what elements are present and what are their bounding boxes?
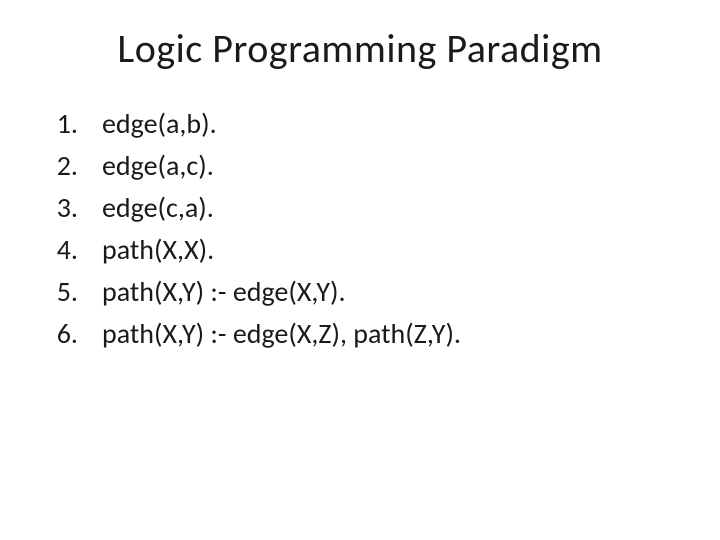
list-number: 2. [40,145,78,187]
list-item: 6. path(X,Y) :- edge(X,Z), path(Z,Y). [40,313,680,355]
list-item: 4. path(X,X). [40,229,680,271]
slide-title: Logic Programming Paradigm [40,24,680,73]
list-item: 1. edge(a,b). [40,103,680,145]
list-text: path(X,X). [102,229,680,271]
list-text: edge(a,c). [102,145,680,187]
list-item: 3. edge(c,a). [40,187,680,229]
list-number: 5. [40,271,78,313]
list-text: edge(a,b). [102,103,680,145]
slide-container: Logic Programming Paradigm 1. edge(a,b).… [0,0,720,540]
list-item: 2. edge(a,c). [40,145,680,187]
list-text: edge(c,a). [102,187,680,229]
list-number: 3. [40,187,78,229]
list-number: 6. [40,313,78,355]
list-text: path(X,Y) :- edge(X,Y). [102,271,680,313]
list-item: 5. path(X,Y) :- edge(X,Y). [40,271,680,313]
code-list: 1. edge(a,b). 2. edge(a,c). 3. edge(c,a)… [40,103,680,355]
list-number: 1. [40,103,78,145]
list-text: path(X,Y) :- edge(X,Z), path(Z,Y). [102,313,680,355]
list-number: 4. [40,229,78,271]
